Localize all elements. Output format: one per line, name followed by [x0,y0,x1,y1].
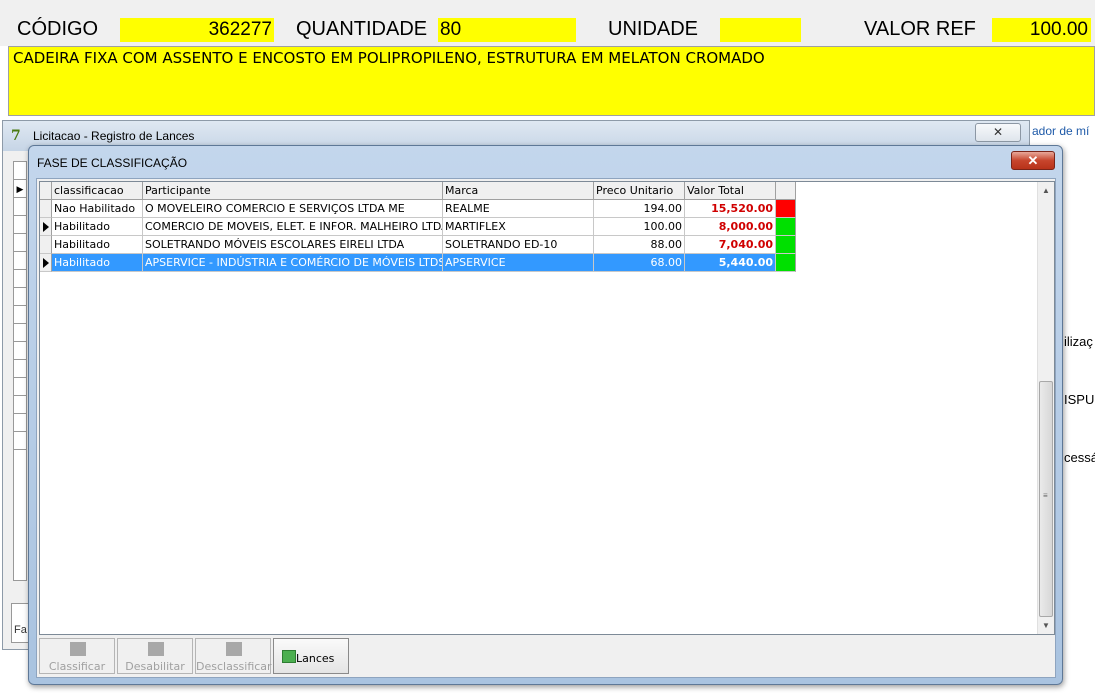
row-indicator [40,254,52,272]
desabilitar-label: Desabilitar [125,660,185,673]
cell-participante: COMERCIO DE MOVEIS, ELET. E INFOR. MALHE… [143,218,443,236]
status-color-cell [776,236,796,254]
close-button[interactable]: ✕ [1011,151,1055,170]
cell-marca: MARTIFLEX [443,218,594,236]
desclassificar-button[interactable]: Desclassificar [195,638,272,674]
column-header-participante[interactable]: Participante [143,182,443,200]
fase-classificacao-window: FASE DE CLASSIFICAÇÃO ✕ classificacao Pa… [28,145,1063,685]
table-row[interactable]: Habilitado COMERCIO DE MOVEIS, ELET. E I… [40,218,796,236]
bg-window-title: Licitacao - Registro de Lances [33,129,195,143]
cell-participante: SOLETRANDO MÓVEIS ESCOLARES EIRELI LTDA [143,236,443,254]
fragment-text: cessá [1064,450,1095,465]
lances-icon [282,650,296,663]
flag-icon [70,642,86,656]
row-indicator [40,218,52,236]
row-pointer-icon [43,258,49,268]
cell-marca: SOLETRANDO ED-10 [443,236,594,254]
column-header-status[interactable] [776,182,796,200]
fragment-text: ador de mí [1032,124,1090,138]
cell-valor-total: 8,000.00 [685,218,776,236]
window-title: FASE DE CLASSIFICAÇÃO [37,156,188,170]
status-color-cell [776,254,796,272]
cell-preco-unitario: 88.00 [594,236,685,254]
cell-classificacao: Habilitado [52,254,143,272]
table-row[interactable]: Nao Habilitado O MOVELEIRO COMERCIO E SE… [40,200,796,218]
quantidade-label: QUANTIDADE [296,18,428,40]
cell-valor-total: 5,440.00 [685,254,776,272]
table-row[interactable]: Habilitado SOLETRANDO MÓVEIS ESCOLARES E… [40,236,796,254]
bookmark-icon [148,642,164,656]
fragment-text: ISPU [1064,392,1095,407]
item-description[interactable]: CADEIRA FIXA COM ASSENTO E ENCOSTO EM PO… [8,46,1095,116]
cell-marca: REALME [443,200,594,218]
cell-marca: APSERVICE [443,254,594,272]
status-color-cell [776,200,796,218]
row-indicator [40,236,52,254]
cell-preco-unitario: 68.00 [594,254,685,272]
scroll-up-arrow-icon[interactable]: ▲ [1038,182,1054,199]
unidade-field[interactable] [720,18,801,42]
action-toolbar: Classificar Desabilitar Desclassificar L… [39,638,1055,676]
grip-icon: ≡ [1043,491,1048,500]
codigo-field[interactable]: 362277 [120,18,274,42]
cell-classificacao: Nao Habilitado [52,200,143,218]
grid-header: classificacao Participante Marca Preco U… [40,182,796,200]
cell-preco-unitario: 100.00 [594,218,685,236]
column-header-preco-unitario[interactable]: Preco Unitario [594,182,685,200]
vertical-scrollbar[interactable]: ▲ ≡ ▼ [1037,182,1054,634]
cell-participante: O MOVELEIRO COMERCIO E SERVIÇOS LTDA ME [143,200,443,218]
codigo-label: CÓDIGO [17,18,99,40]
desabilitar-button[interactable]: Desabilitar [117,638,193,674]
status-color-cell [776,218,796,236]
square-icon [226,642,242,656]
column-header-classificacao[interactable]: classificacao [52,182,143,200]
bg-grid-indicator-column: ▶ [13,161,27,581]
scroll-thumb[interactable]: ≡ [1039,381,1053,617]
cell-valor-total: 15,520.00 [685,200,776,218]
cell-classificacao: Habilitado [52,218,143,236]
item-header: CÓDIGO 362277 QUANTIDADE 80 UNIDADE VALO… [0,0,1095,46]
classificar-button[interactable]: Classificar [39,638,115,674]
row-pointer-icon [43,222,49,232]
column-header-marca[interactable]: Marca [443,182,594,200]
lances-label: Lances [296,652,335,665]
column-header-valor-total[interactable]: Valor Total [685,182,776,200]
cell-classificacao: Habilitado [52,236,143,254]
desclassificar-label: Desclassificar [196,660,272,673]
classificar-label: Classificar [48,660,106,673]
valor-ref-field[interactable]: 100.00 [992,18,1091,42]
app-icon: 7 [11,128,21,144]
bg-window-close-button[interactable]: ✕ [975,123,1021,142]
table-row-selected[interactable]: Habilitado APSERVICE - INDÚSTRIA E COMÉR… [40,254,796,272]
cell-participante: APSERVICE - INDÚSTRIA E COMÉRCIO DE MÓVE… [143,254,443,272]
lances-button[interactable]: Lances [273,638,349,674]
window-body: classificacao Participante Marca Preco U… [36,178,1056,678]
cell-valor-total: 7,040.00 [685,236,776,254]
fragment-text: ilizaç [1064,334,1093,349]
scroll-down-arrow-icon[interactable]: ▼ [1038,617,1054,634]
quantidade-field[interactable]: 80 [438,18,576,42]
unidade-label: UNIDADE [608,18,699,40]
row-indicator [40,200,52,218]
classification-grid[interactable]: classificacao Participante Marca Preco U… [39,181,1055,635]
cell-preco-unitario: 194.00 [594,200,685,218]
valor-ref-label: VALOR REF [864,18,976,40]
